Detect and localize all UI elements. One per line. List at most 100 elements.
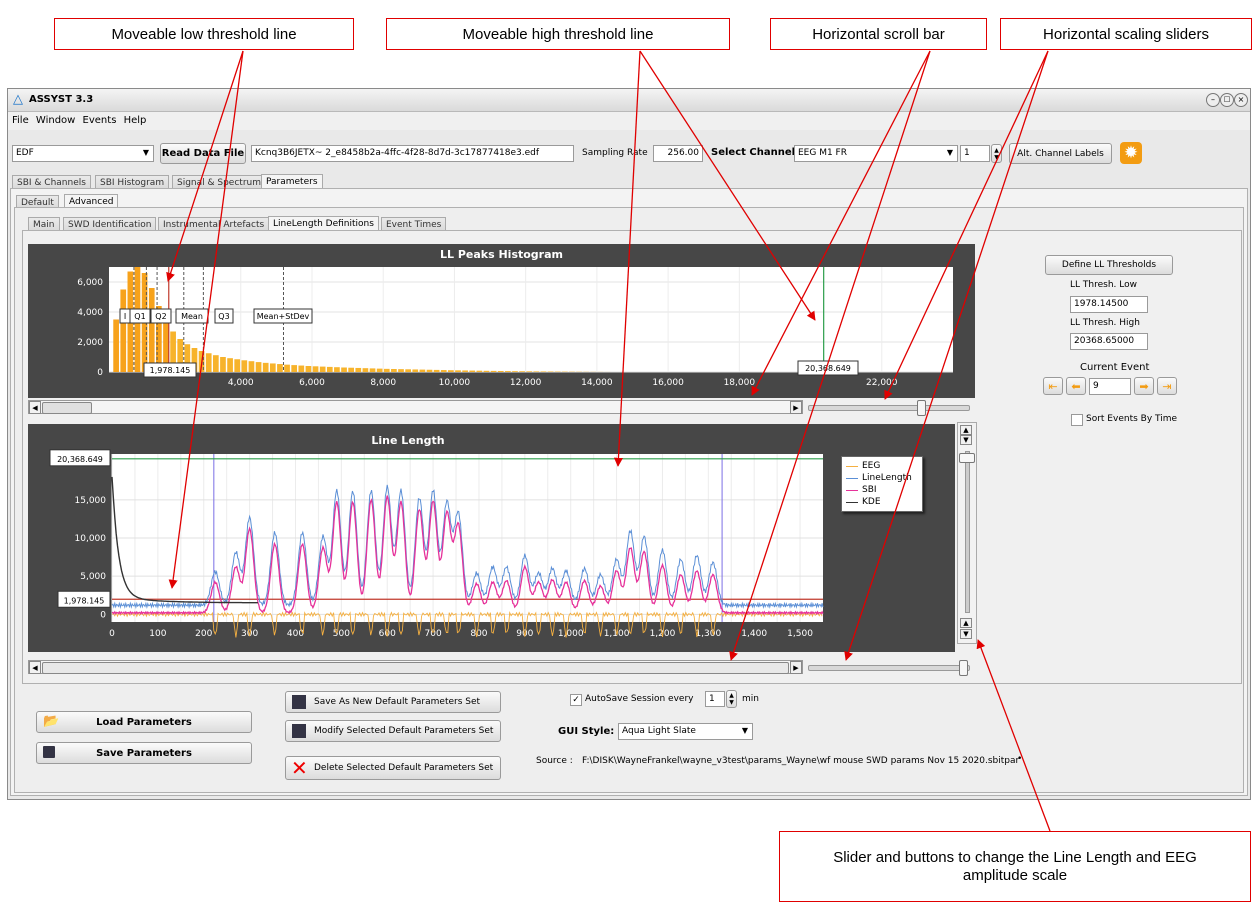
channel-index-field[interactable]: 1 bbox=[960, 145, 990, 162]
linelength-x-tick: 800 bbox=[470, 629, 487, 639]
histogram-y-tick: 2,000 bbox=[77, 338, 103, 348]
sampling-rate-field[interactable]: 256.00 bbox=[653, 145, 703, 162]
menu-help[interactable]: Help bbox=[124, 115, 147, 126]
save-new-default-label: Save As New Default Parameters Set bbox=[314, 697, 481, 707]
sampling-rate-label: Sampling Rate bbox=[582, 148, 648, 158]
histogram-bar bbox=[305, 366, 312, 372]
linelength-scroll-thumb[interactable] bbox=[42, 662, 789, 674]
linelength-y-tick: 10,000 bbox=[75, 534, 107, 544]
scroll-left-icon[interactable]: ◀ bbox=[29, 661, 41, 674]
scale-up-button-2[interactable]: ▲ bbox=[960, 618, 972, 628]
histogram-stat-label: Q3 bbox=[218, 312, 229, 321]
current-event-field[interactable]: 9 bbox=[1089, 378, 1131, 395]
menu-file[interactable]: File bbox=[12, 115, 29, 126]
ll-thresh-high-field[interactable]: 20368.65000 bbox=[1070, 333, 1148, 350]
minimize-icon[interactable]: – bbox=[1206, 93, 1220, 107]
load-parameters-button[interactable]: 📂 Load Parameters bbox=[36, 711, 252, 733]
histogram-bar bbox=[462, 370, 468, 372]
sort-events-checkbox[interactable] bbox=[1071, 414, 1083, 426]
define-ll-thresholds-button[interactable]: Define LL Thresholds bbox=[1045, 255, 1173, 275]
close-icon[interactable]: × bbox=[1234, 93, 1248, 107]
legend-swatch-kde bbox=[846, 501, 858, 503]
first-event-icon[interactable]: ⇤ bbox=[1043, 377, 1063, 395]
histogram-bar bbox=[405, 369, 411, 372]
tab-linelength-definitions[interactable]: LineLength Definitions bbox=[268, 216, 379, 231]
autosave-checkbox[interactable]: ✓ bbox=[570, 694, 582, 706]
autosave-interval-field[interactable]: 1 bbox=[705, 691, 725, 707]
sort-events-label: Sort Events By Time bbox=[1086, 414, 1178, 424]
format-select[interactable]: EDF ▼ bbox=[12, 145, 154, 162]
histogram-high-value: 20,368.649 bbox=[805, 364, 851, 373]
histogram-bar bbox=[269, 363, 276, 372]
linelength-x-tick: 100 bbox=[149, 629, 166, 639]
callout-vscale: Slider and buttons to change the Line Le… bbox=[779, 831, 1251, 902]
delete-default-button[interactable]: ✕ Delete Selected Default Parameters Set bbox=[285, 756, 501, 780]
floppy-icon bbox=[292, 724, 306, 738]
settings-gear-icon[interactable]: ✹ bbox=[1120, 142, 1142, 164]
histogram-hscrollbar[interactable]: ◀ ▶ bbox=[28, 400, 803, 414]
ll-thresh-high-label: LL Thresh. High bbox=[1070, 318, 1140, 328]
scale-down-button[interactable]: ▼ bbox=[960, 435, 972, 445]
ll-thresh-low-field[interactable]: 1978.14500 bbox=[1070, 296, 1148, 313]
linelength-y-tick: 15,000 bbox=[75, 496, 107, 506]
scroll-right-icon[interactable]: ▶ bbox=[790, 401, 802, 414]
channel-index-stepper[interactable]: ▲ ▼ bbox=[991, 144, 1002, 163]
autosave-stepper[interactable]: ▲ ▼ bbox=[726, 690, 737, 708]
next-event-icon[interactable]: ➡ bbox=[1134, 377, 1154, 395]
histogram-plot-area bbox=[109, 267, 953, 372]
linelength-scale-handle[interactable] bbox=[959, 660, 968, 676]
histogram-scale-slider[interactable] bbox=[808, 400, 970, 416]
title-bar: △ ASSYST 3.3 – □ × bbox=[8, 89, 1250, 112]
chevron-down-icon: ▼ bbox=[946, 148, 953, 157]
histogram-bar bbox=[540, 371, 547, 372]
modify-default-button[interactable]: Modify Selected Default Parameters Set bbox=[285, 720, 501, 742]
histogram-low-value: 1,978.145 bbox=[150, 366, 191, 375]
read-data-file-button[interactable]: Read Data File bbox=[160, 143, 246, 164]
legend-item-sbi: SBI bbox=[842, 484, 922, 496]
menu-bar: File Window Events Help bbox=[8, 112, 1250, 130]
histogram-bar bbox=[526, 371, 533, 372]
histogram-bar bbox=[519, 371, 525, 372]
menu-events[interactable]: Events bbox=[83, 115, 117, 126]
save-new-default-button[interactable]: Save As New Default Parameters Set bbox=[285, 691, 501, 713]
file-name-field[interactable]: Kcnq3B6JETX~ 2_e8458b2a-4ffc-4f28-8d7d-3… bbox=[251, 145, 574, 162]
last-event-icon[interactable]: ⇥ bbox=[1157, 377, 1177, 395]
save-parameters-button[interactable]: Save Parameters bbox=[36, 742, 252, 764]
linelength-plot: 15,00010,0005,00000 100 200 300 400 500 600 700… bbox=[49, 449, 824, 639]
alt-channel-labels-button[interactable]: Alt. Channel Labels bbox=[1009, 143, 1112, 164]
scroll-left-icon[interactable]: ◀ bbox=[29, 401, 41, 414]
histogram-scroll-thumb[interactable] bbox=[42, 402, 92, 414]
scale-up-button[interactable]: ▲ bbox=[960, 425, 972, 435]
channel-select[interactable]: EEG M1 FR ▼ bbox=[794, 145, 958, 162]
scale-down-button-2[interactable]: ▼ bbox=[960, 629, 972, 639]
legend-label-eeg: EEG bbox=[862, 461, 881, 471]
histogram-plot: 6,000 4,000 2,000 0 4,000 6,000 8,000 10,000 12,… bbox=[77, 267, 953, 388]
scroll-right-icon[interactable]: ▶ bbox=[790, 661, 802, 674]
linelength-x-tick: 1,400 bbox=[741, 629, 767, 639]
source-label: Source : bbox=[536, 756, 573, 766]
histogram-bar bbox=[113, 319, 119, 372]
ll-thresh-low-label: LL Thresh. Low bbox=[1070, 280, 1137, 290]
histogram-bar bbox=[212, 355, 219, 372]
linelength-hscrollbar[interactable]: ◀ ▶ bbox=[28, 660, 803, 674]
histogram-x-tick: 14,000 bbox=[581, 378, 613, 388]
floppy-icon bbox=[43, 746, 55, 758]
maximize-icon[interactable]: □ bbox=[1220, 93, 1234, 107]
histogram-bar bbox=[355, 367, 362, 372]
vertical-scale-control: ▲ ▼ ▲ ▼ bbox=[957, 422, 977, 644]
linelength-y-tick: 5,000 bbox=[80, 572, 106, 582]
gui-style-label: GUI Style: bbox=[558, 726, 615, 737]
tab-parameters[interactable]: Parameters bbox=[261, 174, 323, 189]
linelength-scale-slider[interactable] bbox=[808, 660, 970, 676]
histogram-bar bbox=[512, 371, 518, 372]
vertical-scale-slider-handle[interactable] bbox=[959, 453, 975, 463]
histogram-bar bbox=[334, 367, 340, 372]
gui-style-select[interactable]: Aqua Light Slate ▼ bbox=[618, 723, 753, 740]
autosave-unit: min bbox=[742, 694, 759, 704]
histogram-scale-handle[interactable] bbox=[917, 400, 926, 416]
linelength-x-tick: 200 bbox=[195, 629, 212, 639]
menu-window[interactable]: Window bbox=[36, 115, 75, 126]
histogram-stat-label: Mean+StDev bbox=[257, 312, 310, 321]
previous-event-icon[interactable]: ⬅ bbox=[1066, 377, 1086, 395]
vertical-scale-slider-track[interactable] bbox=[965, 451, 970, 613]
